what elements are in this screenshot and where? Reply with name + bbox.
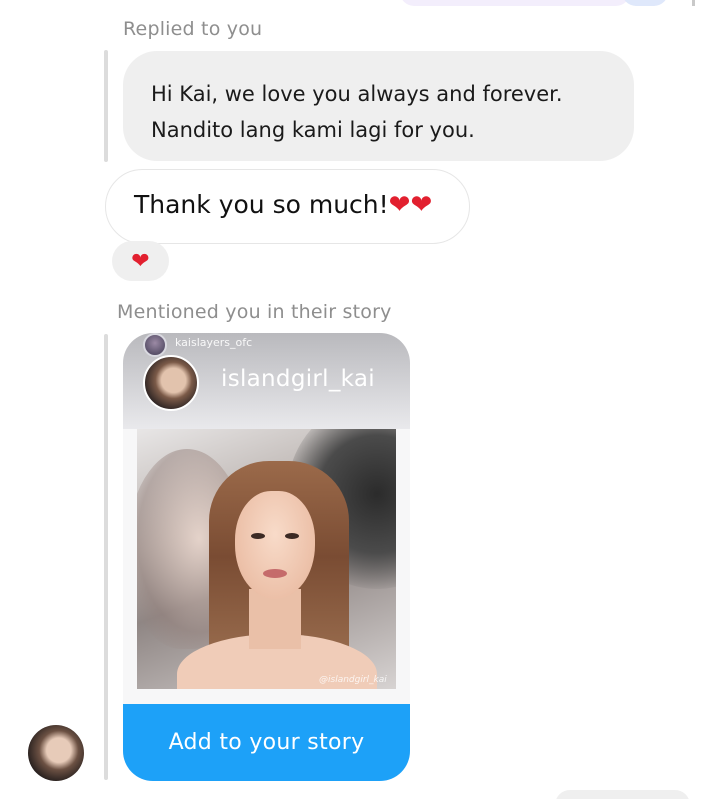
message-text: Thank you so much!❤❤ <box>134 190 432 220</box>
reposter-handle: kaislayers_ofc <box>175 336 253 349</box>
story-header: kaislayers_ofc islandgirl_kai <box>123 333 410 429</box>
photo-portrait-face <box>235 491 315 599</box>
previous-message-bubble-edge <box>622 0 668 6</box>
story-card[interactable]: kaislayers_ofc islandgirl_kai @islandgir… <box>123 333 410 781</box>
sender-avatar[interactable] <box>28 725 84 781</box>
heart-emoji-icon: ❤❤ <box>388 190 433 220</box>
message-text-body: Thank you so much! <box>134 190 389 219</box>
reposter-avatar <box>143 333 167 357</box>
scroll-indicator <box>692 0 695 6</box>
message-bubble[interactable]: Thank you so much!❤❤ <box>105 169 470 244</box>
next-message-bubble <box>555 790 690 799</box>
quoted-message-line-2: Nandito lang kami lagi for you. <box>151 118 475 142</box>
add-to-your-story-button[interactable]: Add to your story <box>123 704 410 781</box>
heart-reaction[interactable]: ❤ <box>112 241 169 281</box>
quoted-message-text: Hi Kai, we love you always and forever. … <box>151 76 563 148</box>
photo-portrait-right-eye <box>285 533 299 539</box>
previous-message-bubble <box>400 0 630 6</box>
story-mention-label: Mentioned you in their story <box>117 301 392 323</box>
photo-portrait-lips <box>263 569 287 578</box>
quoted-message-bubble[interactable]: Hi Kai, we love you always and forever. … <box>123 51 634 161</box>
add-to-your-story-label: Add to your story <box>168 730 365 755</box>
heart-reaction-icon: ❤ <box>131 248 150 274</box>
photo-portrait-left-eye <box>251 533 265 539</box>
quoted-message-line-1: Hi Kai, we love you always and forever. <box>151 82 563 106</box>
story-photo[interactable]: @islandgirl_kai <box>137 429 396 689</box>
photo-watermark: @islandgirl_kai <box>319 675 387 685</box>
story-indicator-bar <box>104 334 108 780</box>
story-author-username[interactable]: islandgirl_kai <box>221 366 375 392</box>
replied-to-you-label: Replied to you <box>123 18 263 40</box>
reply-indicator-bar <box>104 50 108 162</box>
story-author-avatar[interactable] <box>143 355 199 411</box>
